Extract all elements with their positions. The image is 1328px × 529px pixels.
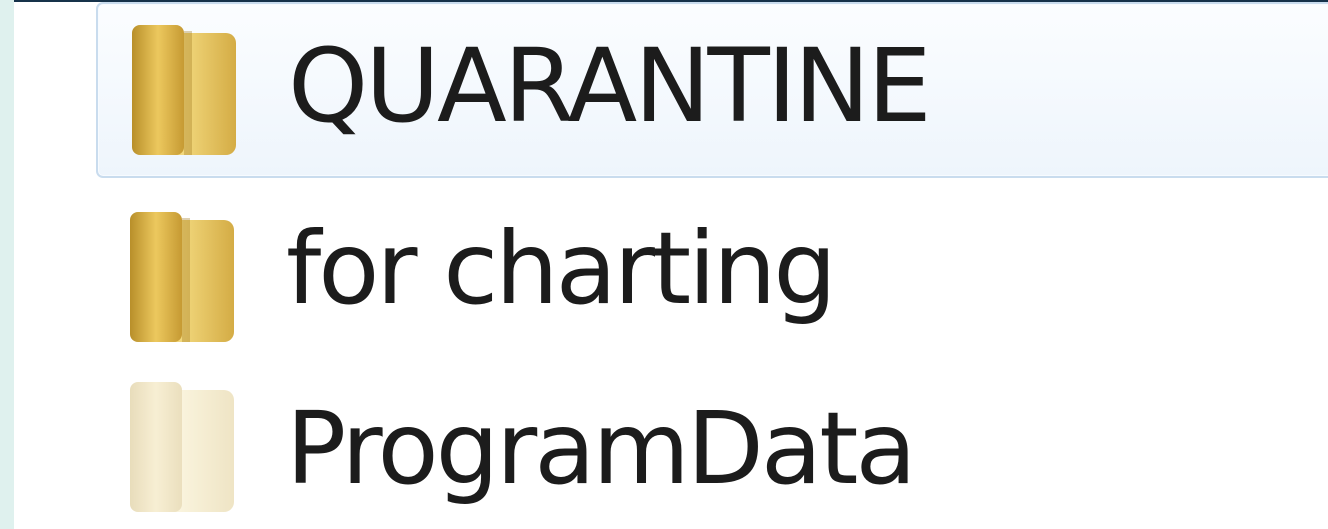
file-list-item-for-charting[interactable]: for charting [96,192,1328,362]
navigation-pane-edge [0,0,14,529]
file-name: ProgramData [286,390,917,507]
file-list-item-quarantine[interactable]: QUARANTINE [96,2,1328,178]
folder-icon [130,382,234,512]
folder-icon [132,25,236,155]
folder-icon [130,212,234,342]
file-list-item-programdata[interactable]: ProgramData [96,362,1328,529]
file-name: QUARANTINE [288,27,932,146]
file-name: for charting [286,210,837,327]
file-list-pane[interactable]: QUARANTINE for charting ProgramData [14,0,1328,529]
